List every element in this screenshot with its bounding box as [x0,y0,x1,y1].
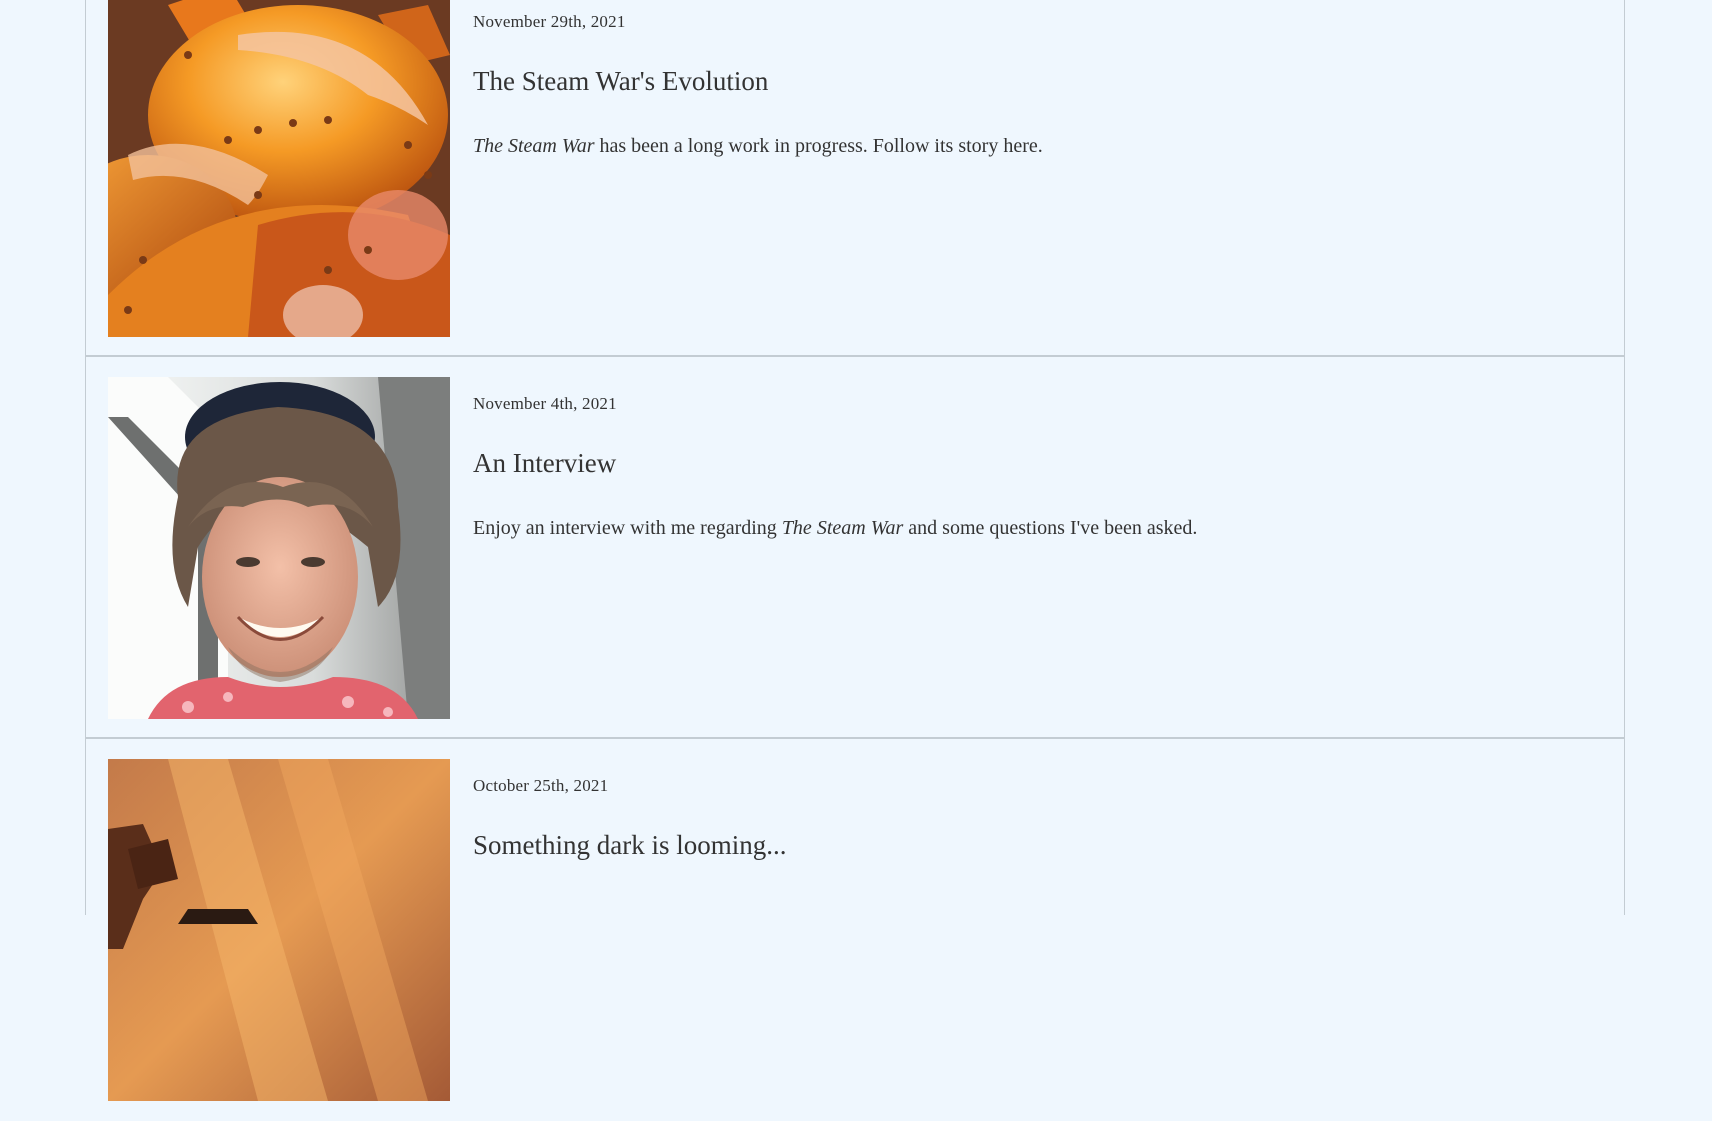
author-portrait-photo [108,377,450,719]
excerpt-italic-title: The Steam War [781,517,904,539]
blog-post-card[interactable]: November 29th, 2021 The Steam War's Evol… [86,0,1624,357]
post-excerpt: The Steam War has been a long work in pr… [473,135,1584,158]
post-meta: October 25th, 2021 Something dark is loo… [473,759,1584,861]
excerpt-text: Enjoy an interview with me regarding [473,517,782,539]
orange-mech-armor-art [108,0,450,337]
excerpt-italic-title: The Steam War [473,135,595,157]
post-date: November 4th, 2021 [473,394,617,413]
post-thumbnail-image[interactable] [108,759,450,1101]
blog-post-list: November 29th, 2021 The Steam War's Evol… [85,0,1625,1101]
post-title[interactable]: An Interview [473,448,1584,479]
excerpt-text: has been a long work in progress. Follow… [594,135,1043,157]
dark-gear-teaser-art [108,759,450,1101]
blog-post-card[interactable]: November 4th, 2021 An Interview Enjoy an… [86,357,1624,739]
post-thumbnail-image[interactable] [108,0,450,337]
post-meta: November 4th, 2021 An Interview Enjoy an… [473,377,1584,540]
post-title[interactable]: Something dark is looming... [473,830,1584,861]
post-date: October 25th, 2021 [473,776,609,795]
excerpt-text: and some questions I've been asked. [903,517,1198,539]
post-thumbnail-image[interactable] [108,377,450,719]
post-title[interactable]: The Steam War's Evolution [473,66,1584,97]
post-excerpt: Enjoy an interview with me regarding The… [473,517,1584,540]
post-date: November 29th, 2021 [473,12,626,31]
post-meta: November 29th, 2021 The Steam War's Evol… [473,0,1584,158]
blog-post-card[interactable]: October 25th, 2021 Something dark is loo… [86,739,1624,1121]
